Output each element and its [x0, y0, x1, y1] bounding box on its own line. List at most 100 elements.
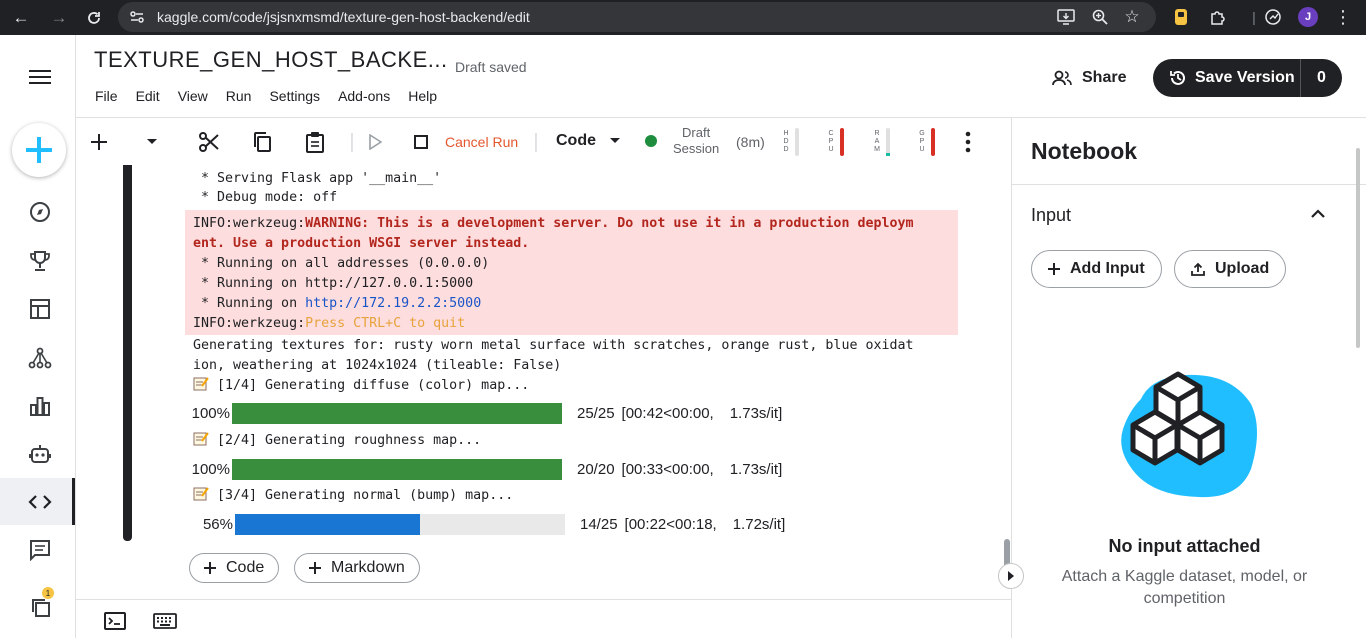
progress-time: [00:33<00:00, — [621, 460, 714, 478]
add-code-cell-button[interactable]: Code — [189, 553, 280, 583]
forward-icon[interactable]: → — [47, 6, 71, 30]
empty-state-title: No input attached — [1108, 536, 1261, 556]
menu-help[interactable]: Help — [408, 88, 437, 104]
performance-icon[interactable] — [1262, 6, 1284, 28]
upload-button[interactable]: Upload — [1174, 250, 1287, 288]
collapse-panel-button[interactable] — [998, 563, 1024, 589]
input-section-heading[interactable]: Input — [1031, 205, 1071, 226]
progress-count: 25/25 — [577, 404, 615, 422]
warning-text: WARNING: This is a development server. D… — [305, 216, 914, 231]
cell-selection-bar[interactable] — [123, 165, 132, 541]
progress-track — [232, 402, 562, 424]
compass-icon[interactable] — [26, 198, 54, 226]
progress-rate: 1.72s/it] — [732, 515, 786, 533]
cell-output: [2/4] Generating roughness map... — [185, 431, 958, 451]
models-icon[interactable] — [26, 344, 54, 372]
progress-fill — [232, 458, 562, 480]
table-icon[interactable] — [26, 295, 54, 323]
create-button[interactable] — [12, 123, 66, 177]
extension-icon[interactable] — [1170, 6, 1192, 28]
url-text[interactable]: kaggle.com/code/jsjsnxmsmd/texture-gen-h… — [157, 9, 530, 25]
cpu-meter[interactable]: CPU — [828, 128, 844, 156]
upload-label: Upload — [1215, 260, 1270, 277]
version-count[interactable]: 0 — [1301, 69, 1342, 87]
progress-row: 100% 20/20 [00:33<00:00, 1.73s/it] — [185, 457, 782, 481]
menu-settings[interactable]: Settings — [269, 88, 320, 104]
output-line: * Debug mode: off — [193, 190, 338, 205]
cpu-label: CPU — [828, 130, 834, 153]
progress-row: 100% 25/25 [00:42<00:00, 1.73s/it] — [185, 401, 782, 425]
add-cell-dropdown-icon[interactable] — [144, 130, 160, 154]
panel-title: Notebook — [1031, 138, 1138, 164]
server-link[interactable]: http://172.19.2.2:5000 — [305, 296, 481, 311]
cell-type-select[interactable]: Code — [556, 132, 620, 150]
step-label: [2/4] Generating roughness map... — [185, 431, 958, 451]
gpu-label: GPU — [919, 130, 925, 153]
menu-addons[interactable]: Add-ons — [338, 88, 390, 104]
gpu-meter[interactable]: GPU — [919, 128, 935, 156]
session-label[interactable]: Draft Session — [673, 125, 719, 157]
memo-icon — [193, 487, 209, 501]
browser-menu-icon[interactable]: ⋮ — [1332, 6, 1354, 28]
history-icon — [1170, 70, 1185, 85]
hdd-meter[interactable]: HDD — [783, 128, 799, 156]
profile-avatar[interactable]: J — [1298, 7, 1318, 27]
add-cell-icon[interactable] — [88, 130, 110, 154]
paste-icon[interactable] — [303, 130, 327, 154]
step-label-text: [2/4] Generating roughness map... — [209, 433, 482, 448]
cell-type-label: Code — [556, 132, 596, 149]
ram-label: RAM — [874, 130, 880, 153]
share-button[interactable]: Share — [1052, 68, 1126, 88]
keyboard-icon[interactable] — [153, 613, 177, 634]
people-icon — [1052, 70, 1072, 86]
ram-meter[interactable]: RAM — [874, 128, 890, 156]
run-icon[interactable] — [365, 130, 385, 154]
menu-edit[interactable]: Edit — [136, 88, 160, 104]
log-prefix: INFO:werkzeug: — [193, 316, 306, 331]
bookmark-star-icon[interactable]: ☆ — [1122, 7, 1142, 27]
add-markdown-cell-button[interactable]: Markdown — [294, 553, 420, 583]
address-bar[interactable]: kaggle.com/code/jsjsnxmsmd/texture-gen-h… — [118, 2, 1156, 32]
panel-scrollbar[interactable] — [1356, 148, 1360, 348]
more-options-icon[interactable] — [964, 130, 972, 154]
reload-icon[interactable] — [82, 6, 106, 30]
install-app-icon[interactable] — [1056, 7, 1076, 27]
menu-file[interactable]: File — [95, 88, 118, 104]
copy-icon[interactable] — [250, 130, 274, 154]
save-version-button[interactable]: Save Version 0 — [1153, 59, 1342, 97]
console-icon[interactable] — [104, 612, 126, 635]
cell-output: * Serving Flask app '__main__' * Debug m… — [185, 167, 958, 396]
toolbar-divider: | — [533, 130, 539, 153]
running-on-text: * Running on — [193, 296, 306, 311]
menu-run[interactable]: Run — [226, 88, 252, 104]
step-label-text: [3/4] Generating normal (bump) map... — [209, 488, 514, 503]
hdd-bar — [795, 128, 799, 156]
add-markdown-label: Markdown — [331, 559, 405, 576]
progress-row: 56% 14/25 [00:22<00:18, 1.72s/it] — [188, 512, 785, 536]
cancel-run-button[interactable]: Cancel Run — [445, 134, 518, 150]
back-icon[interactable]: ← — [9, 6, 33, 30]
notebook-title[interactable]: TEXTURE_GEN_HOST_BACKE... — [94, 47, 448, 73]
menu-view[interactable]: View — [178, 88, 208, 104]
extensions-puzzle-icon[interactable] — [1207, 6, 1229, 28]
discussion-icon[interactable] — [26, 536, 54, 564]
site-settings-icon[interactable] — [128, 8, 146, 26]
add-input-button[interactable]: Add Input — [1031, 250, 1162, 288]
code-icon[interactable] — [26, 488, 54, 516]
notebook-side-panel: Notebook Input Add Input Upload No input… — [1011, 117, 1366, 638]
trophy-icon[interactable] — [26, 247, 54, 275]
session-time: (8m) — [736, 134, 765, 150]
cut-icon[interactable] — [197, 130, 221, 154]
add-code-label: Code — [226, 559, 265, 576]
log-prefix: INFO:werkzeug: — [193, 216, 306, 231]
left-sidebar: 1 — [0, 35, 76, 638]
hamburger-menu-icon[interactable] — [26, 63, 54, 91]
notebook-toolbar: | Cancel Run | Code Draft Session (8m) H… — [76, 117, 1011, 165]
stop-icon[interactable] — [411, 130, 431, 154]
zoom-icon[interactable] — [1090, 7, 1110, 27]
chevron-up-icon[interactable] — [1310, 206, 1326, 224]
robot-icon[interactable] — [26, 440, 54, 468]
bar-chart-icon[interactable] — [26, 392, 54, 420]
progress-rate: 1.73s/it] — [729, 404, 783, 422]
step-label-text: [1/4] Generating diffuse (color) map... — [209, 378, 530, 393]
